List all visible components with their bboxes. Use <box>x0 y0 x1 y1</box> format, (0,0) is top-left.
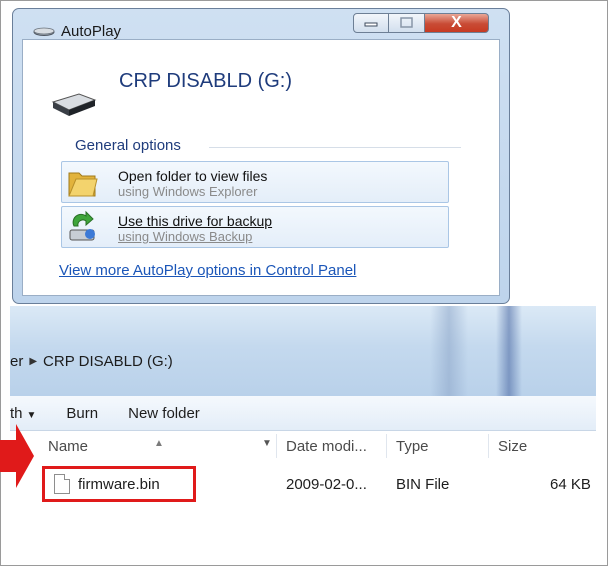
file-type: BIN File <box>396 476 450 493</box>
column-header-date[interactable]: Date modi... <box>286 438 367 455</box>
dialog-title: AutoPlay <box>61 23 122 40</box>
red-arrow-icon <box>0 424 34 488</box>
backup-icon <box>69 210 95 241</box>
toolbar-partial-item[interactable]: th ▼ <box>10 405 36 422</box>
column-dropdown-icon[interactable]: ▼ <box>262 438 272 449</box>
explorer-toolbar: th ▼ Burn New folder <box>10 396 596 431</box>
more-autoplay-options-link[interactable]: View more AutoPlay options in Control Pa… <box>59 262 356 279</box>
backup-option[interactable]: Use this drive for backup using Windows … <box>61 206 449 248</box>
caption-buttons: X <box>353 13 497 35</box>
explorer-title-area: er ▶ CRP DISABLD (G:) <box>10 306 596 396</box>
breadcrumb-location[interactable]: CRP DISABLD (G:) <box>43 353 173 370</box>
column-header-name[interactable]: Name <box>48 438 88 455</box>
maximize-button[interactable] <box>389 13 425 33</box>
minimize-icon <box>364 22 378 27</box>
option-subtitle: using Windows Backup <box>118 229 253 244</box>
option-title: Use this drive for backup <box>118 213 273 229</box>
close-button[interactable]: X <box>425 13 489 33</box>
file-row[interactable]: 2009-02-0... BIN File 64 KB <box>10 466 596 502</box>
file-size: 64 KB <box>550 476 591 493</box>
burn-button[interactable]: Burn <box>66 405 98 422</box>
minimize-button[interactable] <box>353 13 389 33</box>
dialog-content: CRP DISABLD (G:) General options Open fo… <box>22 39 500 296</box>
chevron-down-icon: ▼ <box>26 409 37 421</box>
autoplay-dialog: AutoPlay X CRP DISABLD (G:) General opti… <box>12 8 510 304</box>
new-folder-button[interactable]: New folder <box>128 405 200 422</box>
open-folder-option[interactable]: Open folder to view files using Windows … <box>61 161 449 203</box>
explorer-window: er ▶ CRP DISABLD (G:) th ▼ Burn New folde… <box>10 306 596 564</box>
folder-icon <box>68 172 98 197</box>
breadcrumb-separator-icon: ▶ <box>29 355 38 367</box>
breadcrumb-prefix[interactable]: er <box>10 353 23 370</box>
close-icon: X <box>451 14 462 31</box>
section-divider <box>209 147 461 148</box>
drive-label: CRP DISABLD (G:) <box>119 70 292 92</box>
column-header-type[interactable]: Type <box>396 438 429 455</box>
option-title: Open folder to view files <box>118 168 268 184</box>
maximize-icon <box>399 17 413 28</box>
column-header-size[interactable]: Size <box>498 438 527 455</box>
drive-icon <box>51 93 97 116</box>
column-header-row: ▲ Name ▼ Date modi... Type Size <box>10 430 596 462</box>
breadcrumb[interactable]: er ▶ CRP DISABLD (G:) <box>10 346 596 376</box>
option-subtitle: using Windows Explorer <box>118 184 258 199</box>
drive-small-icon <box>33 27 55 36</box>
file-date: 2009-02-0... <box>286 476 367 493</box>
sort-arrow-icon: ▲ <box>154 438 164 449</box>
general-options-heading: General options <box>75 137 181 154</box>
